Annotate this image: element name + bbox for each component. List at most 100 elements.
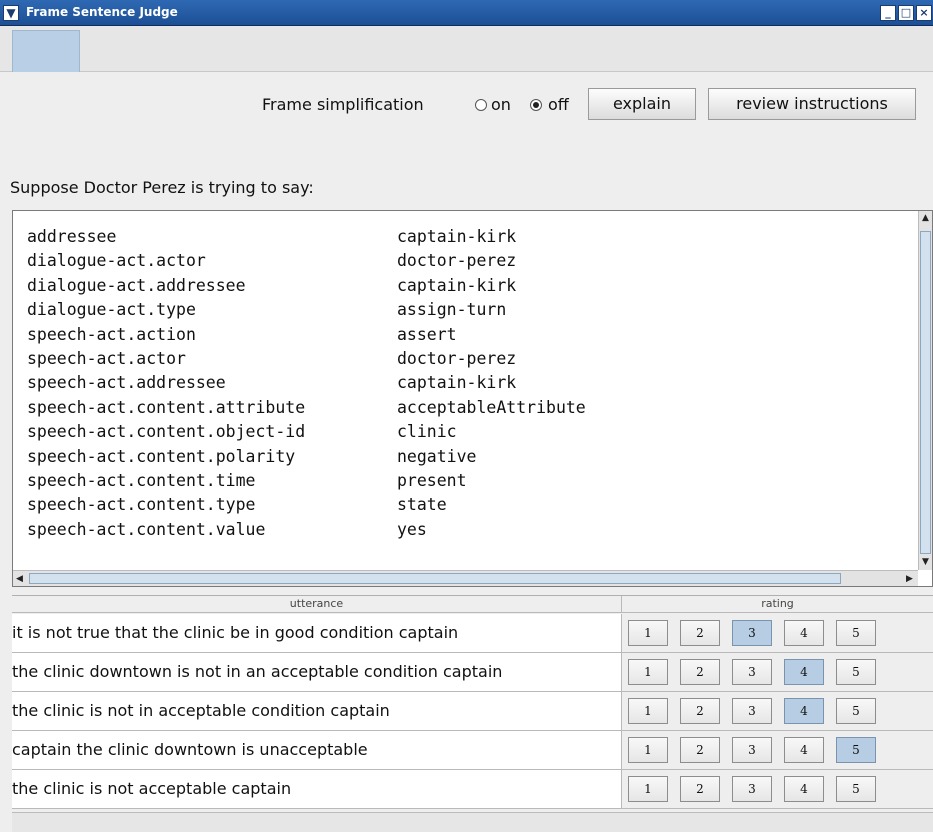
- horizontal-scroll-thumb[interactable]: [29, 573, 841, 584]
- tab-strip: [0, 26, 933, 72]
- vertical-scroll-thumb[interactable]: [920, 231, 931, 554]
- frame-text-area[interactable]: addressee captain-kirk dialogue-act.actor d…: [12, 210, 933, 587]
- frame-value: doctor-perez: [397, 348, 517, 368]
- rating-button-5[interactable]: 5: [836, 737, 876, 763]
- frame-line: dialogue-act.type assign-turn: [27, 298, 586, 322]
- table-row: the clinic downtown is not in an accepta…: [12, 653, 933, 692]
- frame-key: speech-act.addressee: [27, 373, 226, 393]
- review-instructions-button[interactable]: review instructions: [708, 88, 916, 120]
- frame-value: assign-turn: [397, 300, 507, 320]
- frame-key: speech-act.content.type: [27, 495, 256, 515]
- bottom-strip: [12, 812, 933, 832]
- maximize-icon[interactable]: □: [898, 5, 914, 21]
- explain-button[interactable]: explain: [588, 88, 696, 120]
- frame-line: speech-act.content.attribute acceptableAt…: [27, 396, 586, 420]
- frame-value: acceptableAttribute: [397, 397, 586, 417]
- frame-key: dialogue-act.actor: [27, 251, 206, 271]
- horizontal-scrollbar[interactable]: ◀ ▶: [13, 570, 918, 586]
- selected-tab[interactable]: [12, 30, 80, 72]
- prompt-text: Suppose Doctor Perez is trying to say:: [10, 178, 314, 197]
- rating-button-4[interactable]: 4: [784, 698, 824, 724]
- frame-line: addressee captain-kirk: [27, 225, 586, 249]
- utterance-cell[interactable]: captain the clinic downtown is unaccepta…: [12, 731, 622, 769]
- rating-button-2[interactable]: 2: [680, 620, 720, 646]
- frame-value: doctor-perez: [397, 251, 517, 271]
- options-row: Frame simplification on off explain revi…: [0, 88, 933, 120]
- rating-cell: 12345: [622, 731, 933, 769]
- rating-button-4[interactable]: 4: [784, 776, 824, 802]
- rating-cell: 12345: [622, 770, 933, 808]
- utterance-cell[interactable]: the clinic is not acceptable captain: [12, 770, 622, 808]
- rating-button-5[interactable]: 5: [836, 776, 876, 802]
- rating-button-3[interactable]: 3: [732, 659, 772, 685]
- rating-button-2[interactable]: 2: [680, 698, 720, 724]
- frame-key: addressee: [27, 227, 117, 246]
- frame-line: speech-act.content.object-id clinic: [27, 420, 586, 444]
- scroll-right-icon[interactable]: ▶: [906, 574, 913, 584]
- rating-button-1[interactable]: 1: [628, 776, 668, 802]
- frame-line: dialogue-act.addressee captain-kirk: [27, 274, 586, 298]
- rating-cell: 12345: [622, 692, 933, 730]
- frame-simplification-label: Frame simplification: [262, 95, 424, 114]
- rating-button-1[interactable]: 1: [628, 620, 668, 646]
- rating-cell: 12345: [622, 614, 933, 652]
- rating-button-3[interactable]: 3: [732, 776, 772, 802]
- utterance-column-header[interactable]: utterance: [12, 596, 622, 613]
- rating-button-4[interactable]: 4: [784, 659, 824, 685]
- rating-button-3[interactable]: 3: [732, 620, 772, 646]
- window-menu-icon[interactable]: ▼: [3, 5, 19, 21]
- rating-column-header[interactable]: rating: [622, 596, 933, 613]
- rating-button-4[interactable]: 4: [784, 620, 824, 646]
- ratings-table: utterance rating it is not true that the…: [12, 595, 933, 809]
- utterance-cell[interactable]: the clinic downtown is not in an accepta…: [12, 653, 622, 691]
- simplification-on-radio[interactable]: [475, 99, 487, 111]
- frame-key: speech-act.content.value: [27, 519, 266, 539]
- rating-button-3[interactable]: 3: [732, 737, 772, 763]
- rating-button-2[interactable]: 2: [680, 659, 720, 685]
- frame-line: speech-act.content.time present: [27, 469, 586, 493]
- frame-line: speech-act.content.polarity negative: [27, 445, 586, 469]
- frame-key: speech-act.content.object-id: [27, 422, 306, 442]
- frame-line: speech-act.addressee captain-kirk: [27, 371, 586, 395]
- frame-value: clinic: [397, 422, 457, 442]
- scroll-left-icon[interactable]: ◀: [16, 574, 23, 584]
- frame-key: speech-act.content.attribute: [27, 397, 306, 417]
- utterance-cell[interactable]: it is not true that the clinic be in goo…: [12, 614, 622, 652]
- vertical-scrollbar[interactable]: ▲ ▼: [918, 211, 932, 570]
- frame-value: yes: [397, 519, 427, 539]
- scroll-down-icon[interactable]: ▼: [922, 557, 929, 567]
- rating-button-4[interactable]: 4: [784, 737, 824, 763]
- close-icon[interactable]: ×: [916, 5, 932, 21]
- scroll-up-icon[interactable]: ▲: [922, 213, 929, 223]
- rating-cell: 12345: [622, 653, 933, 691]
- frame-line: speech-act.actor doctor-perez: [27, 347, 586, 371]
- frame-key: speech-act.content.polarity: [27, 446, 296, 466]
- rating-button-5[interactable]: 5: [836, 659, 876, 685]
- rating-button-2[interactable]: 2: [680, 776, 720, 802]
- frame-value: state: [397, 495, 447, 515]
- frame-key: dialogue-act.type: [27, 300, 196, 320]
- table-row: the clinic is not acceptable captain 1 2 3 4…: [12, 770, 933, 809]
- frame-key: speech-act.action: [27, 324, 196, 344]
- frame-value: captain-kirk: [397, 227, 517, 246]
- simplification-on-label: on: [491, 95, 511, 114]
- frame-value: assert: [397, 324, 457, 344]
- rating-button-2[interactable]: 2: [680, 737, 720, 763]
- rating-button-1[interactable]: 1: [628, 737, 668, 763]
- frame-key: dialogue-act.addressee: [27, 275, 246, 295]
- rating-button-3[interactable]: 3: [732, 698, 772, 724]
- frame-key: speech-act.actor: [27, 348, 186, 368]
- minimize-icon[interactable]: _: [880, 5, 896, 21]
- frame-value: present: [397, 470, 467, 490]
- frame-line: speech-act.content.type state: [27, 493, 586, 517]
- simplification-off-radio[interactable]: [530, 99, 542, 111]
- rating-button-5[interactable]: 5: [836, 698, 876, 724]
- utterance-cell[interactable]: the clinic is not in acceptable conditio…: [12, 692, 622, 730]
- rating-button-1[interactable]: 1: [628, 698, 668, 724]
- simplification-off-label: off: [548, 95, 569, 114]
- rating-button-1[interactable]: 1: [628, 659, 668, 685]
- frame-value: captain-kirk: [397, 373, 517, 393]
- rating-button-5[interactable]: 5: [836, 620, 876, 646]
- frame-value: negative: [397, 446, 477, 466]
- frame-lines: addressee captain-kirk dialogue-act.actor d…: [27, 225, 586, 542]
